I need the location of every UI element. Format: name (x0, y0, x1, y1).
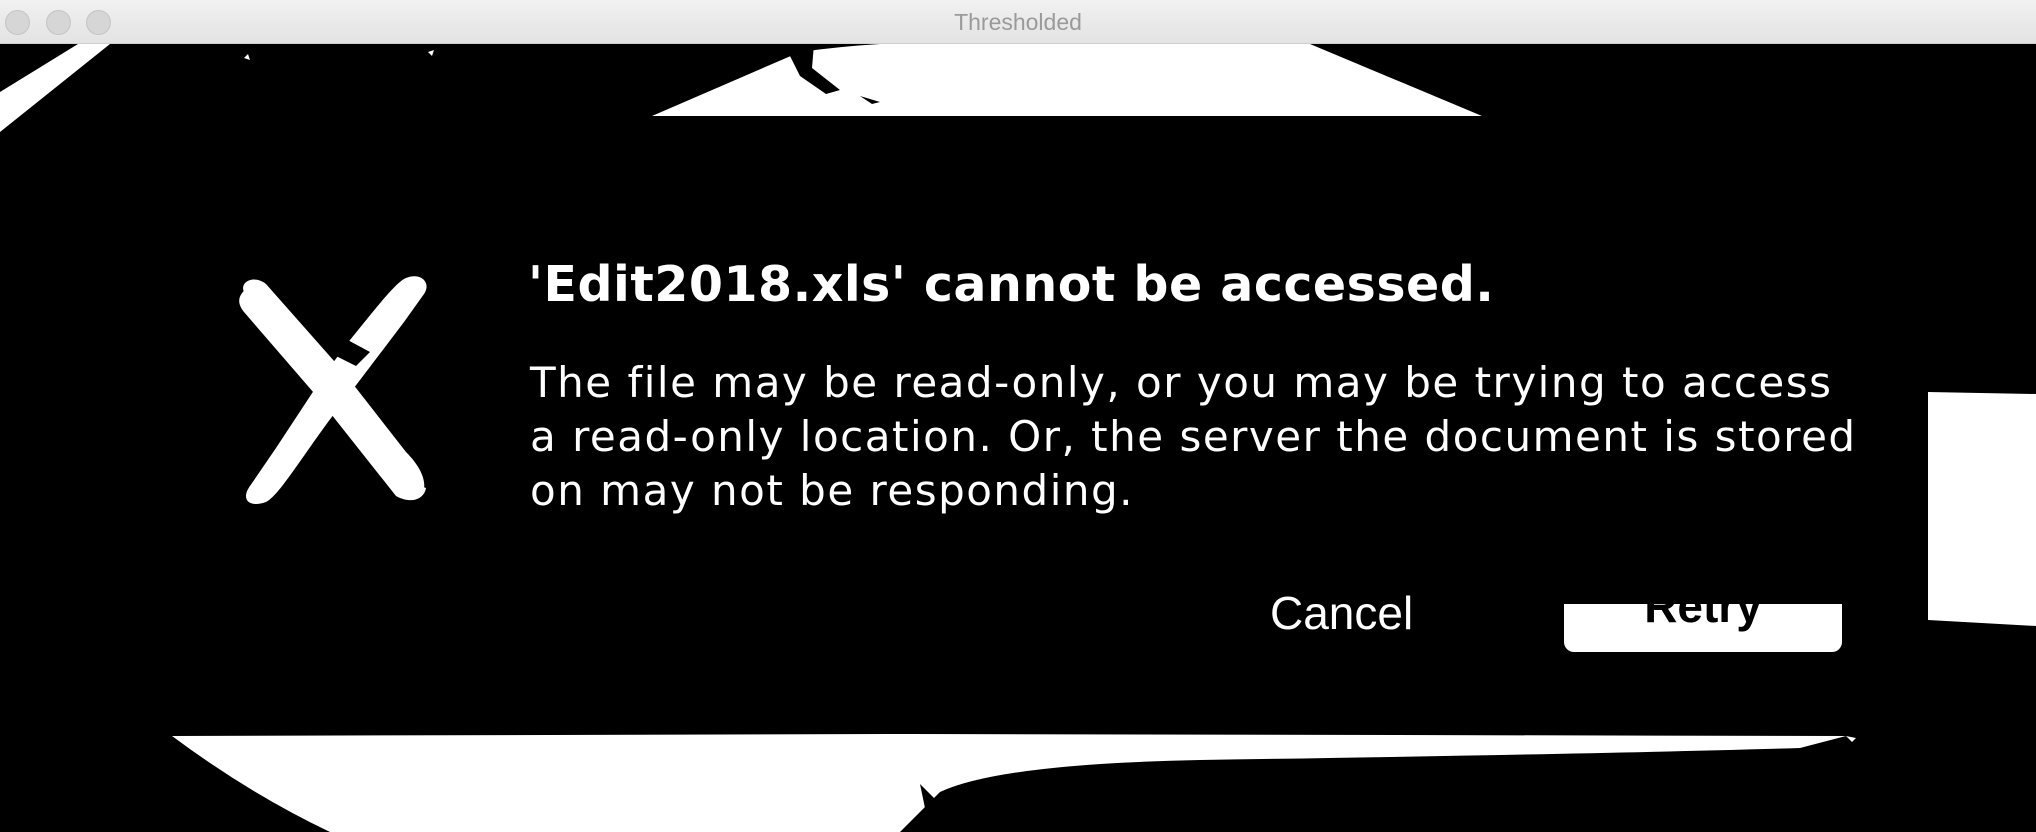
error-x-icon (236, 272, 430, 508)
retry-button[interactable]: Retry (1564, 604, 1842, 652)
window-title: Thresholded (954, 9, 1082, 35)
dialog-title: 'Edit2018.xls' cannot be accessed. (528, 256, 1495, 313)
retry-button-label: Retry (1644, 604, 1762, 632)
title-bar: Thresholded (0, 0, 2036, 44)
cancel-button[interactable]: Cancel (1270, 580, 1413, 646)
app-window: Thresholded 'Edit2018.xls' cannot be acc… (0, 0, 2036, 832)
dialog-message: The file may be read-only, or you may be… (530, 358, 1857, 515)
